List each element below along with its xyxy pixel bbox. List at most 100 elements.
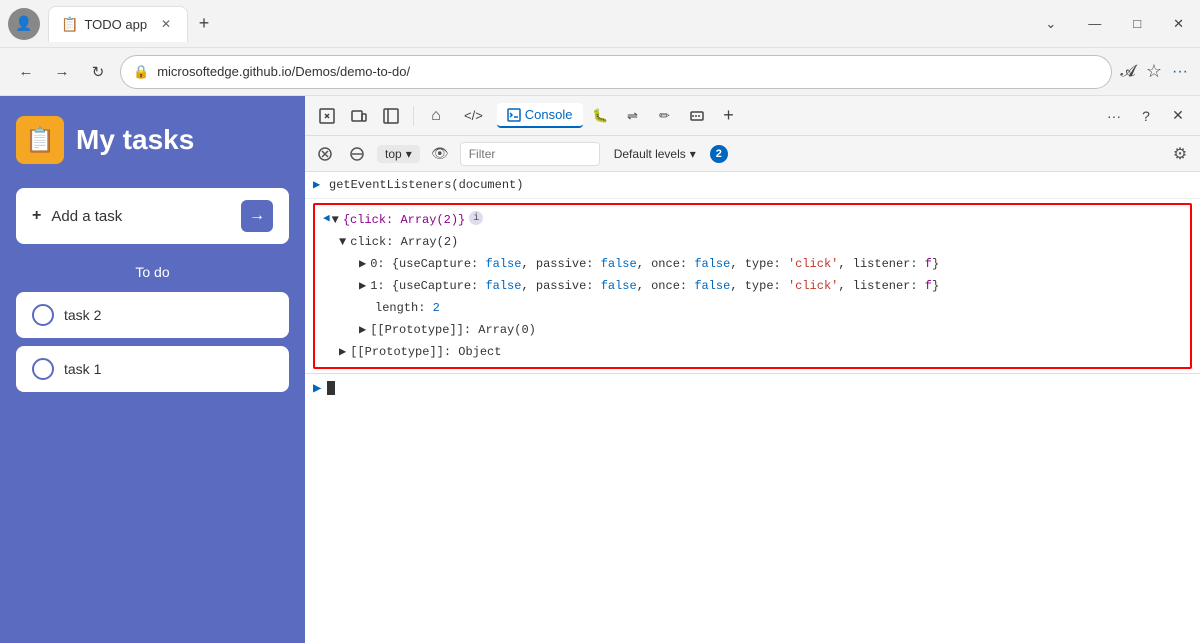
lock-icon: 🔒 <box>133 64 149 80</box>
result-prototype-array: [[Prototype]]: Array(0) <box>370 321 536 339</box>
new-tab-button[interactable]: + <box>188 8 220 40</box>
profile-icon[interactable]: 👤 <box>8 8 40 40</box>
devtools-toolbar: ⌂ </> Console 🐛 ⇌ ✏ + ··· ? ✕ <box>305 96 1200 136</box>
filter-input[interactable] <box>460 142 600 166</box>
console-input-line[interactable]: ▶ <box>305 373 1200 402</box>
expand-arrow[interactable] <box>359 321 366 339</box>
tab-network[interactable]: ⇌ <box>619 102 647 130</box>
result-prototype-object: [[Prototype]]: Object <box>350 343 501 361</box>
more-icon[interactable]: ··· <box>1172 63 1188 81</box>
console-command-line: ▶ getEventListeners(document) <box>305 172 1200 199</box>
console-settings-button[interactable]: ⚙ <box>1168 142 1192 166</box>
eye-icon[interactable]: 👁 <box>428 142 452 166</box>
titlebar: 👤 📋 TODO app ✕ + ⌄ — □ ✕ <box>0 0 1200 48</box>
tab-memory[interactable] <box>683 102 711 130</box>
clear-console-button[interactable] <box>313 142 337 166</box>
window-controls: ⌄ — □ ✕ <box>1037 12 1192 36</box>
tab-console-label: Console <box>525 107 573 122</box>
console-toolbar: top ▾ 👁 Default levels ▾ 2 ⚙ <box>305 136 1200 172</box>
add-task-button[interactable]: + Add a task → <box>16 188 289 244</box>
console-result-row: length: 2 <box>319 297 1186 319</box>
expand-arrow[interactable] <box>359 255 366 273</box>
add-panel-button[interactable]: + <box>715 102 743 130</box>
task-item[interactable]: task 1 <box>16 346 289 392</box>
expand-arrow[interactable] <box>332 211 339 229</box>
task-label: task 1 <box>64 361 101 377</box>
console-output: ▶ getEventListeners(document) ◀ {click: … <box>305 172 1200 643</box>
console-result-row: ◀ {click: Array(2)} i <box>319 209 1186 231</box>
back-button[interactable]: ← <box>12 58 40 86</box>
result-key: click: Array(2) <box>350 233 458 251</box>
task-checkbox[interactable] <box>32 304 54 326</box>
no-entry-icon[interactable] <box>345 142 369 166</box>
active-tab[interactable]: 📋 TODO app ✕ <box>48 6 188 42</box>
help-button[interactable]: ? <box>1132 102 1160 130</box>
elements-icon: </> <box>464 108 483 123</box>
url-bar[interactable]: 🔒 microsoftedge.github.io/Demos/demo-to-… <box>120 55 1112 89</box>
context-dropdown-icon: ▾ <box>406 147 412 161</box>
close-devtools-button[interactable]: ✕ <box>1164 102 1192 130</box>
info-icon: i <box>469 211 483 225</box>
home-button[interactable]: ⌂ <box>422 102 450 130</box>
console-result-box: ◀ {click: Array(2)} i click: Array(2) 0:… <box>313 203 1192 369</box>
expand-arrow[interactable]: ▶ <box>313 176 325 194</box>
refresh-button[interactable]: ↻ <box>84 58 112 86</box>
expand-arrow[interactable] <box>339 233 346 251</box>
task-checkbox[interactable] <box>32 358 54 380</box>
chevron-down-icon[interactable]: ⌄ <box>1037 12 1064 36</box>
inspect-element-button[interactable] <box>313 102 341 130</box>
context-label: top <box>385 147 402 161</box>
tab-bar: 📋 TODO app ✕ + <box>48 0 220 48</box>
task-item[interactable]: task 2 <box>16 292 289 338</box>
task-label: task 2 <box>64 307 101 323</box>
result-item-1: 1: {useCapture: false, passive: false, o… <box>370 277 939 295</box>
result-object: {click: Array(2)} <box>343 211 465 229</box>
result-length: length: 2 <box>375 299 440 317</box>
read-aloud-icon[interactable]: 𝓐 <box>1120 63 1135 81</box>
tab-console[interactable]: Console <box>497 103 583 128</box>
tab-close-button[interactable]: ✕ <box>157 15 175 33</box>
todo-panel: 📋 My tasks + Add a task → To do task 2 t… <box>0 96 305 643</box>
levels-label: Default levels <box>614 147 686 161</box>
section-label: To do <box>16 264 289 280</box>
add-task-arrow-icon: → <box>241 200 273 232</box>
expand-arrow[interactable] <box>359 277 366 295</box>
tab-sources[interactable]: 🐛 <box>587 102 615 130</box>
toolbar-divider <box>413 106 414 126</box>
toolbar-more-actions: ··· ? ✕ <box>1100 102 1192 130</box>
plus-icon: + <box>32 207 41 225</box>
console-result-row: [[Prototype]]: Object <box>319 341 1186 363</box>
result-item-0: 0: {useCapture: false, passive: false, o… <box>370 255 939 273</box>
restore-button[interactable]: □ <box>1125 12 1149 35</box>
close-button[interactable]: ✕ <box>1165 12 1192 36</box>
console-result-row: click: Array(2) <box>319 231 1186 253</box>
device-emulation-button[interactable] <box>345 102 373 130</box>
favorites-icon[interactable]: ☆ <box>1146 61 1162 82</box>
context-selector[interactable]: top ▾ <box>377 145 420 163</box>
console-result-row: 0: {useCapture: false, passive: false, o… <box>319 253 1186 275</box>
more-tools-button[interactable]: ··· <box>1100 102 1128 130</box>
sidebar-toggle-button[interactable] <box>377 102 405 130</box>
forward-button[interactable]: → <box>48 58 76 86</box>
main-content: 📋 My tasks + Add a task → To do task 2 t… <box>0 96 1200 643</box>
console-prompt: ▶ <box>313 380 321 396</box>
add-task-label: + Add a task <box>32 207 122 225</box>
todo-logo: 📋 <box>16 116 64 164</box>
console-command: getEventListeners(document) <box>329 176 523 194</box>
console-icon <box>507 108 521 122</box>
tab-performance[interactable]: ✏ <box>651 102 679 130</box>
console-result-row: [[Prototype]]: Array(0) <box>319 319 1186 341</box>
levels-dropdown-icon: ▾ <box>690 147 696 161</box>
tab-elements[interactable]: </> <box>454 104 493 127</box>
titlebar-left: 👤 📋 TODO app ✕ + <box>8 0 220 48</box>
console-cursor <box>327 381 335 395</box>
minimize-button[interactable]: — <box>1080 12 1109 35</box>
left-arrow-icon: ◀ <box>323 211 330 228</box>
todo-header: 📋 My tasks <box>16 116 289 164</box>
add-task-text: Add a task <box>51 208 122 225</box>
devtools-panel: ⌂ </> Console 🐛 ⇌ ✏ + ··· ? ✕ <box>305 96 1200 643</box>
url-text: microsoftedge.github.io/Demos/demo-to-do… <box>157 64 1099 79</box>
log-levels-selector[interactable]: Default levels ▾ <box>608 145 702 163</box>
expand-arrow[interactable] <box>339 343 346 361</box>
addressbar-actions: 𝓐 ☆ ··· <box>1120 61 1188 82</box>
